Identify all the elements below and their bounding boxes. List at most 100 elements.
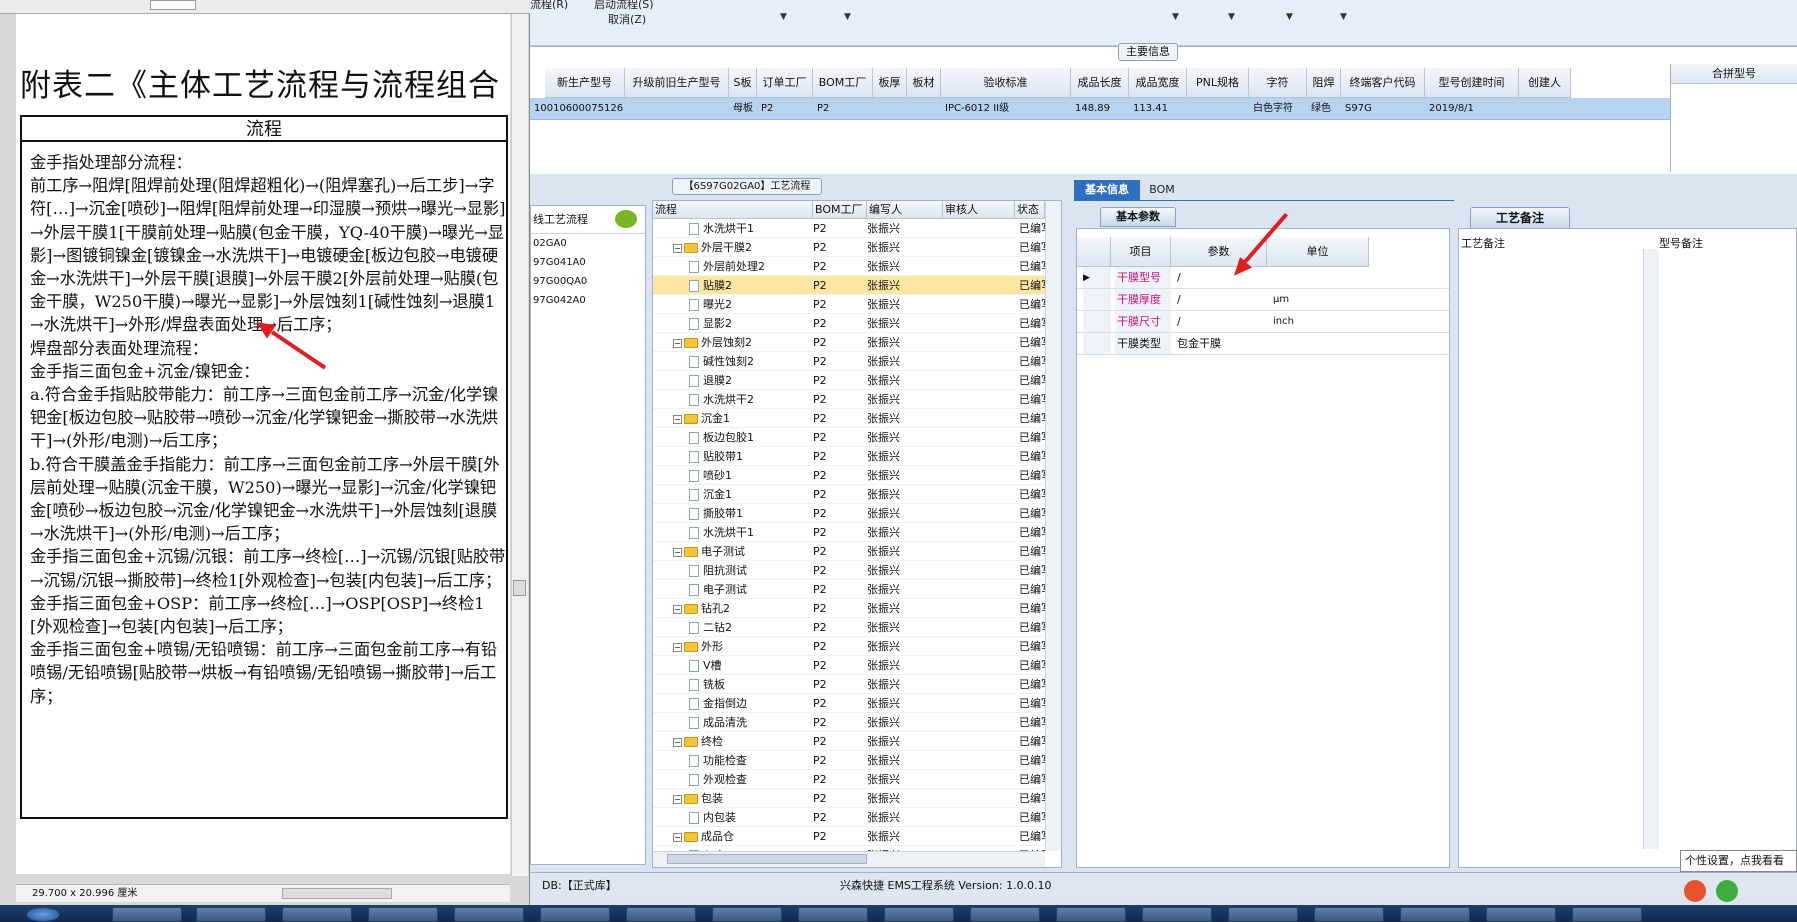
tree-node[interactable]: 水洗烘干1	[689, 523, 754, 542]
tree-row[interactable]: V槽 P2 张振兴 已编写	[653, 656, 1045, 675]
collapse-icon[interactable]: −	[673, 642, 682, 652]
tree-node[interactable]: 二钻2	[689, 618, 732, 637]
collapse-icon[interactable]: −	[673, 414, 682, 424]
tree-node[interactable]: 板边包胶1	[689, 428, 754, 447]
chevron-down-icon[interactable]: ▼	[1228, 12, 1235, 22]
tree-row[interactable]: 贴胶带1 P2 张振兴 已编写	[653, 447, 1045, 466]
main-info-col-header[interactable]: 型号创建时间	[1425, 68, 1519, 98]
tree-node[interactable]: 内包装	[689, 808, 736, 827]
main-info-col-header[interactable]: 新生产型号	[545, 68, 625, 98]
tree-row[interactable]: 铣板 P2 张振兴 已编写	[653, 675, 1045, 694]
page-number-field[interactable]	[150, 0, 196, 10]
tree-node[interactable]: − 成品仓	[673, 827, 734, 846]
taskbar-app[interactable]	[1486, 907, 1556, 922]
tree-hscroll-thumb[interactable]	[667, 854, 867, 864]
main-info-col-header[interactable]: 升级前旧生产型号	[625, 68, 729, 98]
collapse-icon[interactable]: −	[673, 338, 682, 348]
main-info-col-header[interactable]: 板厚	[873, 68, 907, 98]
tree-node[interactable]: − 终检	[673, 732, 723, 751]
main-info-col-header[interactable]: 订单工厂	[757, 68, 813, 98]
main-info-col-header[interactable]: 成品宽度	[1129, 68, 1187, 98]
tree-row[interactable]: 撕胶带1 P2 张振兴 已编写	[653, 504, 1045, 523]
tree-node[interactable]: 电子测试	[689, 580, 747, 599]
tree-node[interactable]: 撕胶带1	[689, 504, 743, 523]
tree-node[interactable]: 贴膜2	[689, 276, 732, 295]
collapse-icon[interactable]: −	[673, 832, 682, 842]
tree-node[interactable]: 退膜2	[689, 371, 732, 390]
tree-row[interactable]: 成品清洗 P2 张振兴 已编写	[653, 713, 1045, 732]
cancel-menu[interactable]: 取消(Z)	[608, 11, 646, 27]
tree-row[interactable]: − 外层蚀刻2 P2 张振兴 已编写	[653, 333, 1045, 352]
tree-node[interactable]: 外层前处理2	[689, 257, 765, 276]
flow-list-item[interactable]: 97G041A0	[531, 253, 645, 272]
tree-row[interactable]: 水洗烘干1 P2 张振兴 已编写	[653, 523, 1045, 542]
tree-node[interactable]: − 电子测试	[673, 542, 745, 561]
tree-node[interactable]: − 沉金1	[673, 409, 730, 428]
tree-node[interactable]: 水洗烘干2	[689, 390, 754, 409]
tree-row[interactable]: 水洗烘干2 P2 张振兴 已编写	[653, 390, 1045, 409]
tree-horizontal-scrollbar[interactable]	[653, 851, 1045, 867]
tree-vertical-scrollbar[interactable]	[1045, 201, 1061, 851]
taskbar-app[interactable]	[970, 907, 1040, 922]
main-info-col-header[interactable]: 验收标准	[941, 68, 1071, 98]
taskbar-app[interactable]	[454, 907, 524, 922]
pdf-scroll-thumb[interactable]	[513, 580, 526, 596]
ime-status-icon[interactable]	[1716, 880, 1738, 902]
flow-menu[interactable]: 流程(R)	[530, 0, 568, 12]
chevron-down-icon[interactable]: ▼	[1172, 12, 1179, 22]
tree-row[interactable]: 二钻2 P2 张振兴 已编写	[653, 618, 1045, 637]
param-row[interactable]: ▶ 干膜型号 /	[1077, 267, 1449, 289]
chevron-down-icon[interactable]: ▼	[780, 12, 787, 22]
tree-row[interactable]: − 钻孔2 P2 张振兴 已编写	[653, 599, 1045, 618]
tree-row[interactable]: − 包装 P2 张振兴 已编写	[653, 789, 1045, 808]
tree-row[interactable]: 沉金1 P2 张振兴 已编写	[653, 485, 1045, 504]
tree-node[interactable]: 铣板	[689, 675, 725, 694]
tree-node[interactable]: 阻抗测试	[689, 561, 747, 580]
tab-basic-info[interactable]: 基本信息	[1074, 180, 1140, 200]
tree-row[interactable]: 曝光2 P2 张振兴 已编写	[653, 295, 1045, 314]
tree-row[interactable]: − 终检 P2 张振兴 已编写	[653, 732, 1045, 751]
taskbar-app[interactable]	[1228, 907, 1298, 922]
tree-row[interactable]: 功能检查 P2 张振兴 已编写	[653, 751, 1045, 770]
tree-node[interactable]: V槽	[689, 656, 722, 675]
flow-list-item[interactable]: 02GA0	[531, 234, 645, 253]
taskbar-app[interactable]	[1056, 907, 1126, 922]
pdf-hscroll-thumb[interactable]	[282, 888, 392, 899]
param-col-header[interactable]: 项目	[1111, 237, 1171, 267]
tree-node[interactable]: 水洗烘干1	[689, 219, 754, 238]
tree-col-header[interactable]: 流程	[653, 201, 813, 219]
taskbar-app[interactable]	[798, 907, 868, 922]
chat-bubble-icon[interactable]	[615, 210, 637, 228]
taskbar-app[interactable]	[196, 907, 266, 922]
taskbar-app[interactable]	[626, 907, 696, 922]
taskbar-app[interactable]	[112, 907, 182, 922]
collapse-icon[interactable]: −	[673, 547, 682, 557]
tree-node[interactable]: − 钻孔2	[673, 599, 730, 618]
tree-node[interactable]: 沉金1	[689, 485, 732, 504]
main-info-col-header[interactable]: 终端客户代码	[1341, 68, 1425, 98]
tree-node[interactable]: − 包装	[673, 789, 723, 808]
main-info-col-header[interactable]: 成品长度	[1071, 68, 1129, 98]
pdf-vertical-scrollbar[interactable]	[511, 14, 528, 876]
taskbar-app[interactable]	[1142, 907, 1212, 922]
tree-row[interactable]: 板边包胶1 P2 张振兴 已编写	[653, 428, 1045, 447]
tree-row[interactable]: 显影2 P2 张振兴 已编写	[653, 314, 1045, 333]
tree-row[interactable]: 外观检查 P2 张振兴 已编写	[653, 770, 1045, 789]
param-row[interactable]: 干膜尺寸 / inch	[1077, 311, 1449, 333]
tree-row[interactable]: 外层前处理2 P2 张振兴 已编写	[653, 257, 1045, 276]
param-value-field[interactable]: /	[1175, 311, 1267, 333]
tree-row[interactable]: 喷砂1 P2 张振兴 已编写	[653, 466, 1045, 485]
main-info-col-header[interactable]: 板材	[907, 68, 941, 98]
tree-node[interactable]: 金指倒边	[689, 694, 747, 713]
param-unit-field[interactable]: μm	[1271, 289, 1369, 311]
tree-col-header[interactable]: 状态	[1015, 201, 1045, 219]
chevron-down-icon[interactable]: ▼	[1340, 12, 1347, 22]
taskbar-app[interactable]	[368, 907, 438, 922]
tree-node[interactable]: 曝光2	[689, 295, 732, 314]
tree-node[interactable]: 成品清洗	[689, 713, 747, 732]
main-info-col-header[interactable]: S板	[729, 68, 757, 98]
taskbar-app[interactable]	[712, 907, 782, 922]
tree-row[interactable]: − 沉金1 P2 张振兴 已编写	[653, 409, 1045, 428]
chevron-down-icon[interactable]: ▼	[1286, 12, 1293, 22]
tree-col-header[interactable]: BOM工厂	[813, 201, 867, 219]
